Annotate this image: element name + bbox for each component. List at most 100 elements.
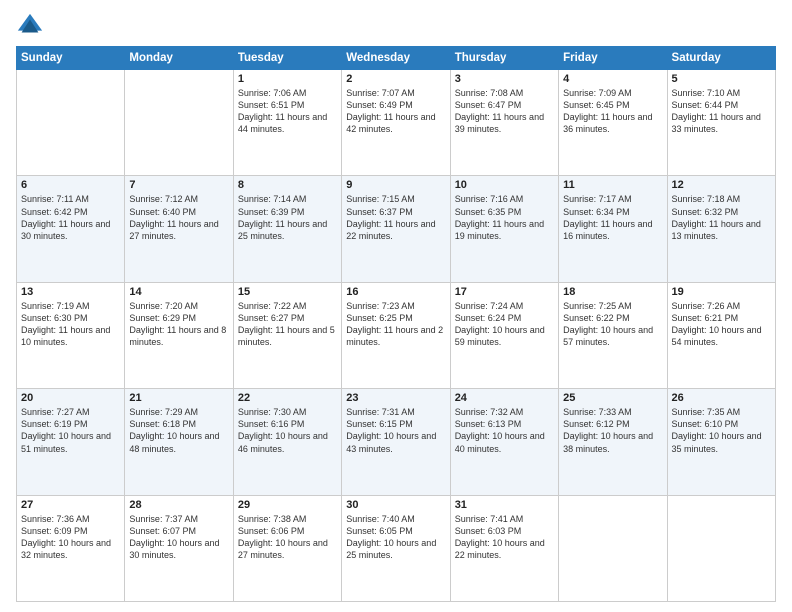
day-info: Sunrise: 7:07 AMSunset: 6:49 PMDaylight:… [346, 87, 445, 136]
day-info: Sunrise: 7:25 AMSunset: 6:22 PMDaylight:… [563, 300, 662, 349]
day-cell: 20 Sunrise: 7:27 AMSunset: 6:19 PMDayligh… [17, 389, 125, 495]
calendar: SundayMondayTuesdayWednesdayThursdayFrid… [16, 46, 776, 602]
day-info: Sunrise: 7:12 AMSunset: 6:40 PMDaylight:… [129, 193, 228, 242]
day-number: 28 [129, 499, 228, 511]
day-cell: 24 Sunrise: 7:32 AMSunset: 6:13 PMDayligh… [450, 389, 558, 495]
weekday-header-friday: Friday [559, 47, 667, 70]
week-row-1: 1 Sunrise: 7:06 AMSunset: 6:51 PMDaylight… [17, 70, 776, 176]
day-cell [125, 70, 233, 176]
day-number: 26 [672, 392, 771, 404]
logo-icon [16, 12, 44, 40]
day-info: Sunrise: 7:30 AMSunset: 6:16 PMDaylight:… [238, 406, 337, 455]
day-number: 29 [238, 499, 337, 511]
day-number: 16 [346, 286, 445, 298]
header [16, 12, 776, 40]
day-number: 19 [672, 286, 771, 298]
day-cell: 8Sunrise: 7:14 AMSunset: 6:39 PMDaylight… [233, 176, 341, 282]
day-cell: 3Sunrise: 7:08 AMSunset: 6:47 PMDaylight… [450, 70, 558, 176]
day-number: 11 [563, 179, 662, 191]
day-cell: 5Sunrise: 7:10 AMSunset: 6:44 PMDaylight… [667, 70, 775, 176]
day-number: 6 [21, 179, 120, 191]
day-number: 27 [21, 499, 120, 511]
day-number: 31 [455, 499, 554, 511]
day-cell: 28 Sunrise: 7:37 AMSunset: 6:07 PMDayligh… [125, 495, 233, 601]
day-info: Sunrise: 7:09 AMSunset: 6:45 PMDaylight:… [563, 87, 662, 136]
weekday-header-sunday: Sunday [17, 47, 125, 70]
page: SundayMondayTuesdayWednesdayThursdayFrid… [0, 0, 792, 612]
weekday-header-row: SundayMondayTuesdayWednesdayThursdayFrid… [17, 47, 776, 70]
day-info: Sunrise: 7:16 AMSunset: 6:35 PMDaylight:… [455, 193, 554, 242]
day-cell: 25 Sunrise: 7:33 AMSunset: 6:12 PMDayligh… [559, 389, 667, 495]
weekday-header-tuesday: Tuesday [233, 47, 341, 70]
day-number: 4 [563, 73, 662, 85]
day-cell: 12 Sunrise: 7:18 AMSunset: 6:32 PMDayligh… [667, 176, 775, 282]
week-row-5: 27Sunrise: 7:36 AMSunset: 6:09 PMDayligh… [17, 495, 776, 601]
weekday-header-wednesday: Wednesday [342, 47, 450, 70]
day-cell: 22 Sunrise: 7:30 AMSunset: 6:16 PMDayligh… [233, 389, 341, 495]
day-number: 23 [346, 392, 445, 404]
week-row-2: 6 Sunrise: 7:11 AMSunset: 6:42 PMDaylight… [17, 176, 776, 282]
day-info: Sunrise: 7:37 AMSunset: 6:07 PMDaylight:… [129, 513, 228, 562]
day-number: 21 [129, 392, 228, 404]
day-info: Sunrise: 7:15 AMSunset: 6:37 PMDaylight:… [346, 193, 445, 242]
day-cell: 1 Sunrise: 7:06 AMSunset: 6:51 PMDaylight… [233, 70, 341, 176]
day-cell: 6 Sunrise: 7:11 AMSunset: 6:42 PMDaylight… [17, 176, 125, 282]
day-cell: 2 Sunrise: 7:07 AMSunset: 6:49 PMDaylight… [342, 70, 450, 176]
day-cell: 17 Sunrise: 7:24 AMSunset: 6:24 PMDayligh… [450, 282, 558, 388]
day-cell: 29 Sunrise: 7:38 AMSunset: 6:06 PMDayligh… [233, 495, 341, 601]
day-number: 2 [346, 73, 445, 85]
day-info: Sunrise: 7:35 AMSunset: 6:10 PMDaylight:… [672, 406, 771, 455]
day-info: Sunrise: 7:24 AMSunset: 6:24 PMDaylight:… [455, 300, 554, 349]
day-cell: 11 Sunrise: 7:17 AMSunset: 6:34 PMDayligh… [559, 176, 667, 282]
day-cell: 13 Sunrise: 7:19 AMSunset: 6:30 PMDayligh… [17, 282, 125, 388]
day-cell: 26 Sunrise: 7:35 AMSunset: 6:10 PMDayligh… [667, 389, 775, 495]
day-info: Sunrise: 7:26 AMSunset: 6:21 PMDaylight:… [672, 300, 771, 349]
day-number: 25 [563, 392, 662, 404]
day-number: 1 [238, 73, 337, 85]
day-number: 22 [238, 392, 337, 404]
day-cell: 14Sunrise: 7:20 AMSunset: 6:29 PMDayligh… [125, 282, 233, 388]
day-cell [17, 70, 125, 176]
day-cell: 10Sunrise: 7:16 AMSunset: 6:35 PMDayligh… [450, 176, 558, 282]
day-info: Sunrise: 7:23 AMSunset: 6:25 PMDaylight:… [346, 300, 445, 349]
day-cell: 31Sunrise: 7:41 AMSunset: 6:03 PMDayligh… [450, 495, 558, 601]
day-number: 24 [455, 392, 554, 404]
day-info: Sunrise: 7:17 AMSunset: 6:34 PMDaylight:… [563, 193, 662, 242]
day-info: Sunrise: 7:38 AMSunset: 6:06 PMDaylight:… [238, 513, 337, 562]
day-info: Sunrise: 7:32 AMSunset: 6:13 PMDaylight:… [455, 406, 554, 455]
day-number: 20 [21, 392, 120, 404]
day-number: 13 [21, 286, 120, 298]
day-info: Sunrise: 7:22 AMSunset: 6:27 PMDaylight:… [238, 300, 337, 349]
week-row-4: 20 Sunrise: 7:27 AMSunset: 6:19 PMDayligh… [17, 389, 776, 495]
day-info: Sunrise: 7:11 AMSunset: 6:42 PMDaylight:… [21, 193, 120, 242]
day-cell: 15 Sunrise: 7:22 AMSunset: 6:27 PMDayligh… [233, 282, 341, 388]
day-cell: 16 Sunrise: 7:23 AMSunset: 6:25 PMDayligh… [342, 282, 450, 388]
day-number: 5 [672, 73, 771, 85]
day-cell: 7 Sunrise: 7:12 AMSunset: 6:40 PMDaylight… [125, 176, 233, 282]
day-cell [667, 495, 775, 601]
day-info: Sunrise: 7:29 AMSunset: 6:18 PMDaylight:… [129, 406, 228, 455]
day-info: Sunrise: 7:33 AMSunset: 6:12 PMDaylight:… [563, 406, 662, 455]
weekday-header-saturday: Saturday [667, 47, 775, 70]
day-number: 30 [346, 499, 445, 511]
day-number: 14 [129, 286, 228, 298]
day-cell: 19 Sunrise: 7:26 AMSunset: 6:21 PMDayligh… [667, 282, 775, 388]
day-cell: 23 Sunrise: 7:31 AMSunset: 6:15 PMDayligh… [342, 389, 450, 495]
day-number: 15 [238, 286, 337, 298]
day-number: 7 [129, 179, 228, 191]
day-info: Sunrise: 7:14 AMSunset: 6:39 PMDaylight:… [238, 193, 337, 242]
day-info: Sunrise: 7:06 AMSunset: 6:51 PMDaylight:… [238, 87, 337, 136]
weekday-header-thursday: Thursday [450, 47, 558, 70]
day-info: Sunrise: 7:19 AMSunset: 6:30 PMDaylight:… [21, 300, 120, 349]
day-number: 12 [672, 179, 771, 191]
day-number: 9 [346, 179, 445, 191]
day-cell: 4 Sunrise: 7:09 AMSunset: 6:45 PMDaylight… [559, 70, 667, 176]
day-cell: 30Sunrise: 7:40 AMSunset: 6:05 PMDayligh… [342, 495, 450, 601]
week-row-3: 13 Sunrise: 7:19 AMSunset: 6:30 PMDayligh… [17, 282, 776, 388]
weekday-header-monday: Monday [125, 47, 233, 70]
day-info: Sunrise: 7:18 AMSunset: 6:32 PMDaylight:… [672, 193, 771, 242]
day-number: 17 [455, 286, 554, 298]
day-info: Sunrise: 7:27 AMSunset: 6:19 PMDaylight:… [21, 406, 120, 455]
day-info: Sunrise: 7:08 AMSunset: 6:47 PMDaylight:… [455, 87, 554, 136]
day-info: Sunrise: 7:31 AMSunset: 6:15 PMDaylight:… [346, 406, 445, 455]
